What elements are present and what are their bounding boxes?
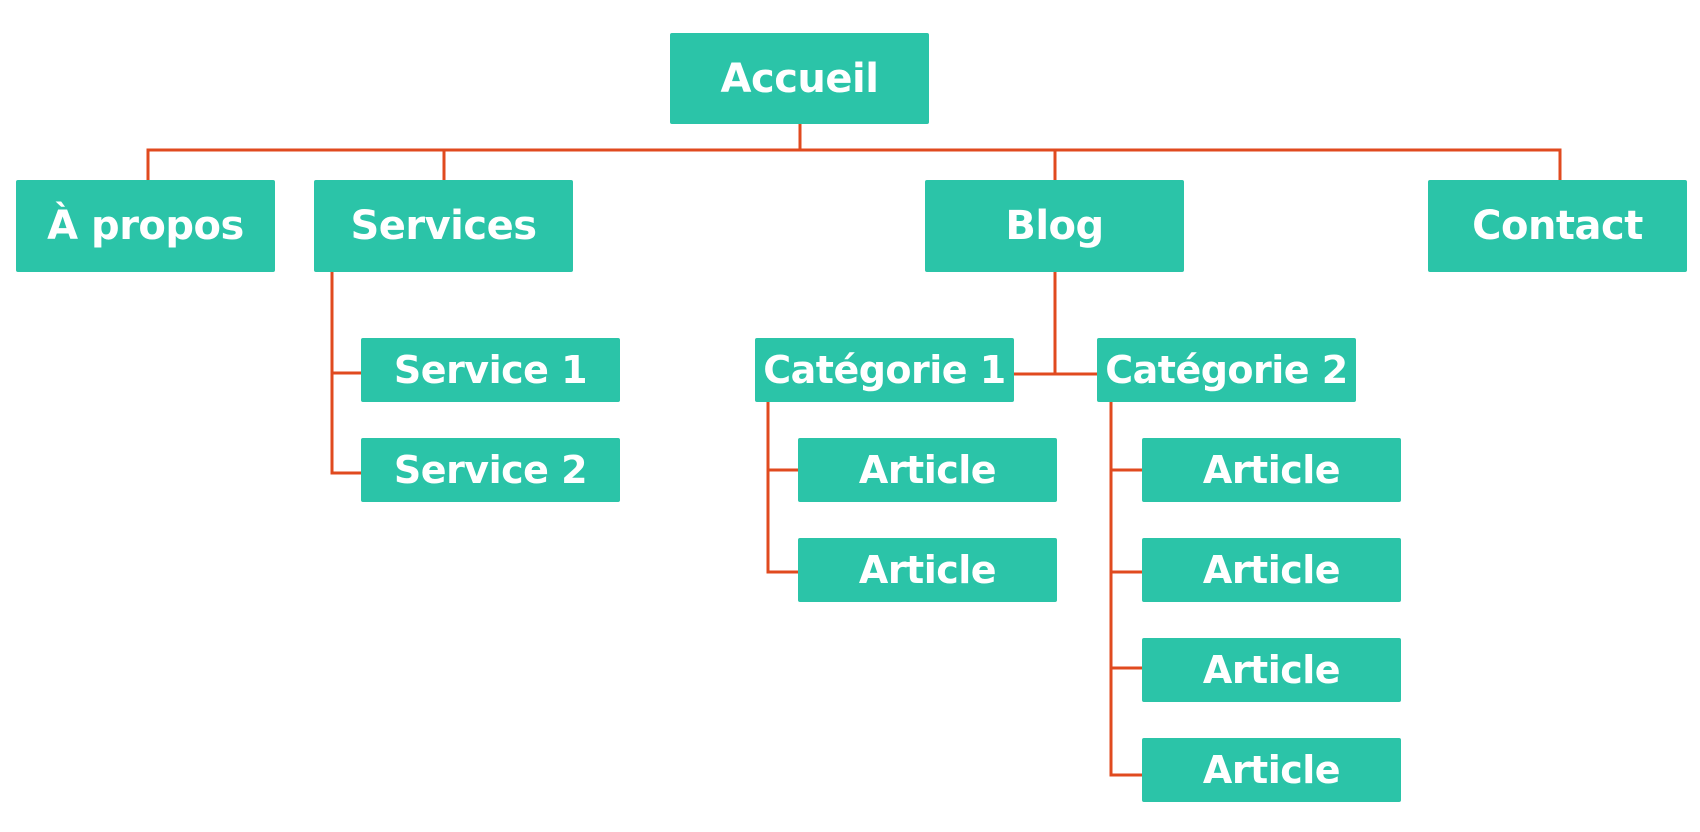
node-article: Article [1142, 438, 1401, 502]
node-article: Article [798, 438, 1057, 502]
node-article: Article [1142, 538, 1401, 602]
node-article: Article [1142, 738, 1401, 802]
node-service-1: Service 1 [361, 338, 620, 402]
node-article: Article [1142, 638, 1401, 702]
node-categorie-2: Catégorie 2 [1097, 338, 1356, 402]
node-article: Article [798, 538, 1057, 602]
node-services: Services [314, 180, 573, 272]
connector-lines [146, 122, 1562, 777]
node-categorie-1: Catégorie 1 [755, 338, 1014, 402]
node-blog: Blog [925, 180, 1184, 272]
node-a-propos: À propos [16, 180, 275, 272]
node-service-2: Service 2 [361, 438, 620, 502]
node-contact: Contact [1428, 180, 1687, 272]
node-accueil: Accueil [670, 33, 929, 124]
